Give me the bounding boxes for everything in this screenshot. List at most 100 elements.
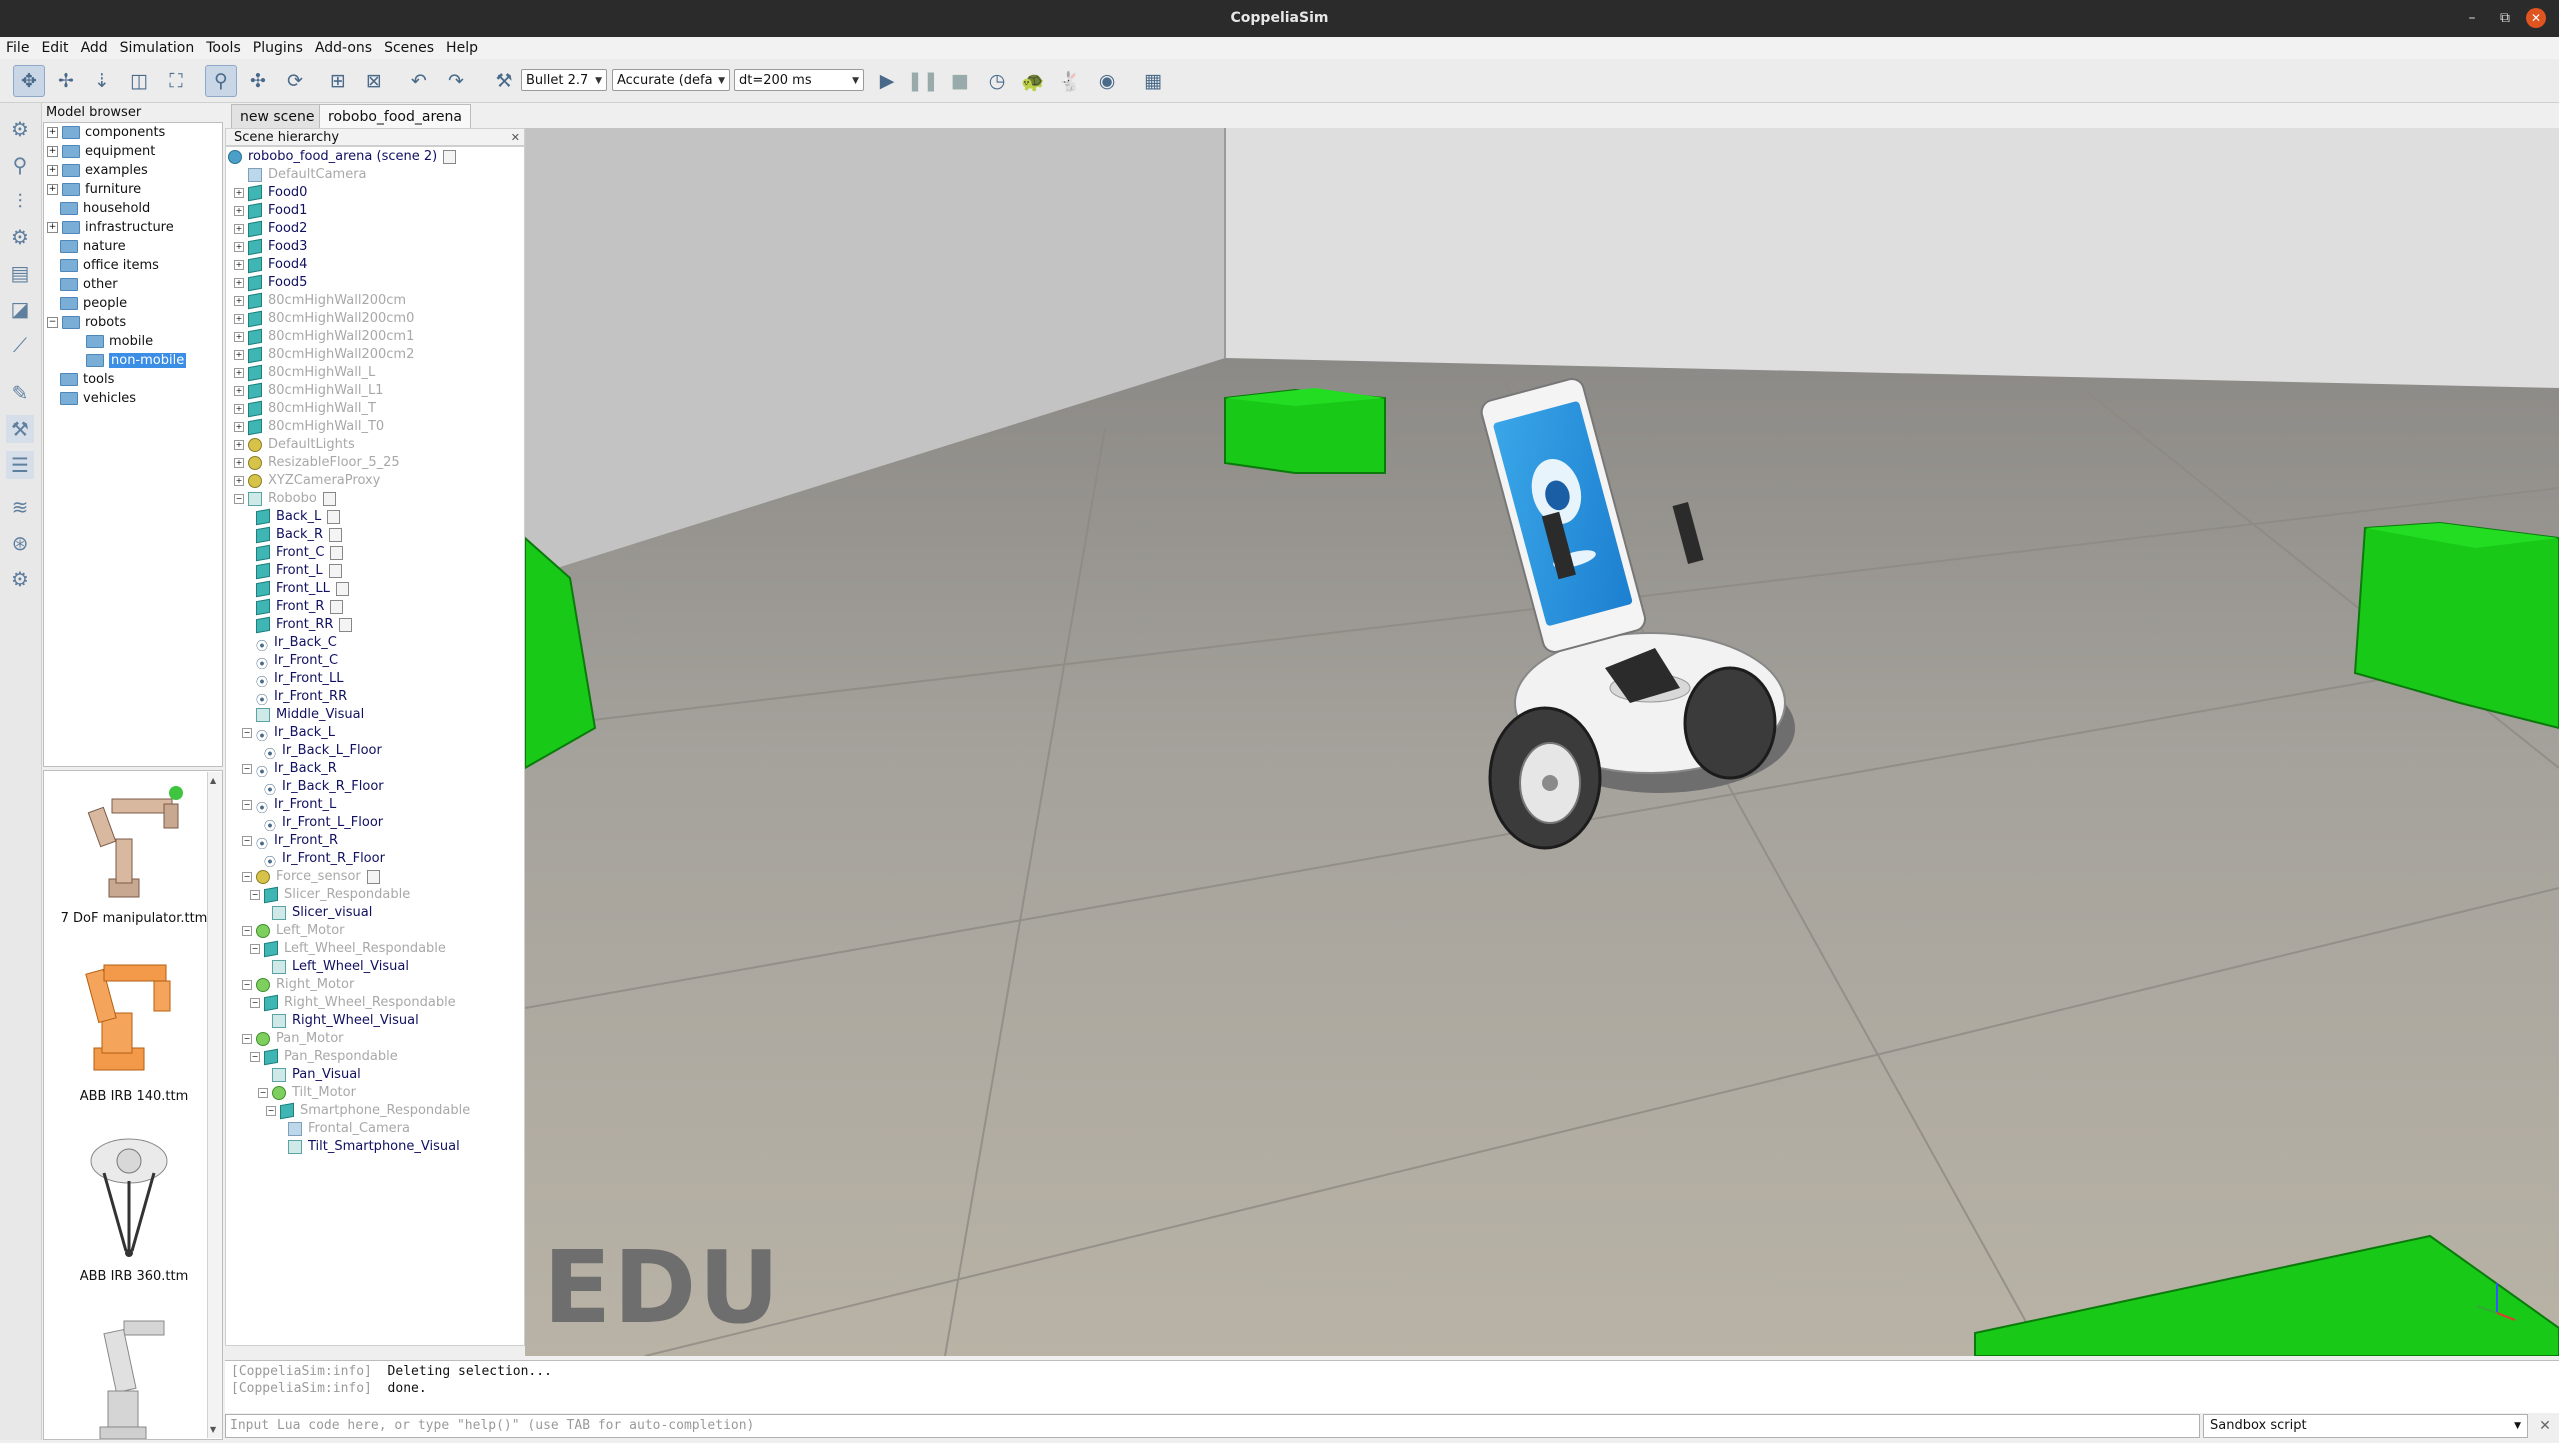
expand-toggle[interactable]: + [234, 277, 244, 288]
hierarchy-item[interactable]: ⦿ Ir_Front_R_Floor [250, 850, 385, 869]
expand-toggle[interactable]: − [242, 799, 252, 810]
menu-scenes[interactable]: Scenes [378, 37, 440, 59]
tab-robobo-food-arena[interactable]: robobo_food_arena [319, 104, 471, 129]
menu-plugins[interactable]: Plugins [247, 37, 309, 59]
hierarchy-item[interactable]: ⦿ Ir_Front_C [242, 652, 338, 671]
menu-file[interactable]: File [0, 37, 35, 59]
hierarchy-item[interactable]: ⦿ Ir_Back_L_Floor [250, 742, 382, 761]
model-folder[interactable]: + equipment [47, 142, 155, 161]
shape-edit-icon[interactable]: ▤ [6, 259, 34, 287]
hierarchy-item[interactable]: Front_LL [242, 580, 349, 598]
expand-toggle[interactable]: + [47, 127, 58, 138]
expand-toggle[interactable]: − [266, 1105, 276, 1116]
hierarchy-item[interactable]: − Right_Motor [242, 976, 354, 994]
expand-toggle[interactable]: + [47, 165, 58, 176]
expand-toggle[interactable]: − [242, 925, 252, 936]
hierarchy-item[interactable]: + DefaultLights [234, 436, 355, 454]
hierarchy-item[interactable]: Slicer_visual [258, 904, 372, 922]
hierarchy-item[interactable]: +80cmHighWall200cm1 [234, 328, 414, 346]
hierarchy-item[interactable]: robobo_food_arena (scene 2) [228, 148, 457, 166]
hierarchy-item[interactable]: + Food4 [234, 256, 307, 274]
model-folder[interactable]: other [60, 275, 118, 294]
hierarchy-item[interactable]: Middle_Visual [242, 706, 364, 724]
expand-toggle[interactable]: + [234, 403, 244, 414]
assemble-icon[interactable]: ⊞ [322, 65, 354, 97]
model-folder[interactable]: + furniture [47, 180, 141, 199]
hierarchy-item[interactable]: Tilt_Smartphone_Visual [274, 1138, 460, 1156]
menu-addons[interactable]: Add-ons [309, 37, 378, 59]
model-thumbnail[interactable] [64, 1133, 194, 1263]
hierarchy-item[interactable]: + Food5 [234, 274, 307, 292]
hierarchy-item[interactable]: Pan_Visual [258, 1066, 361, 1084]
close-window-button[interactable]: ✕ [2526, 8, 2546, 28]
expand-toggle[interactable]: − [242, 979, 252, 990]
hierarchy-item[interactable]: − Left_Motor [242, 922, 345, 940]
script-icon[interactable] [366, 869, 380, 884]
hierarchy-item[interactable]: − Pan_Respondable [250, 1048, 398, 1066]
hierarchy-item[interactable]: − ⦿ Ir_Front_L [242, 796, 336, 815]
hierarchy-item[interactable]: + Food0 [234, 184, 307, 202]
scroll-up-icon[interactable]: ▲ [210, 776, 216, 785]
restore-button[interactable]: ⧉ [2495, 8, 2515, 28]
model-folder[interactable]: mobile [86, 332, 153, 351]
hierarchy-item[interactable]: +80cmHighWall200cm0 [234, 310, 414, 328]
model-folder[interactable]: household [60, 199, 150, 218]
model-folder[interactable]: + examples [47, 161, 148, 180]
expand-toggle[interactable]: + [234, 475, 244, 486]
script-icon[interactable] [443, 149, 457, 164]
hierarchy-item[interactable]: DefaultCamera [234, 166, 367, 184]
model-folder[interactable]: − robots [47, 313, 126, 332]
expand-toggle[interactable]: + [47, 146, 58, 157]
model-folder[interactable]: + infrastructure [47, 218, 174, 237]
user-settings-icon[interactable]: ⚙ [6, 565, 34, 593]
expand-toggle[interactable]: + [234, 223, 244, 234]
object-shift-icon[interactable]: ✣ [242, 65, 274, 97]
model-folder-selected[interactable]: non-mobile [86, 351, 187, 370]
path-edit-icon[interactable]: ◪ [6, 295, 34, 323]
expand-toggle[interactable]: − [250, 1051, 260, 1062]
hierarchy-item[interactable]: − Right_Wheel_Respondable [250, 994, 456, 1012]
close-hierarchy-icon[interactable]: ✕ [511, 129, 520, 147]
script-icon[interactable] [329, 527, 343, 542]
simulation-settings-icon[interactable]: ⚙ [6, 115, 34, 143]
hierarchy-item[interactable]: Right_Wheel_Visual [258, 1012, 419, 1030]
hierarchy-item[interactable]: ⦿ Ir_Back_R_Floor [250, 778, 384, 797]
expand-toggle[interactable]: + [234, 385, 244, 396]
expand-toggle[interactable]: + [234, 421, 244, 432]
hierarchy-item[interactable]: − Force_sensor [242, 868, 380, 886]
hierarchy-item[interactable]: − ⦿ Ir_Back_R [242, 760, 337, 779]
model-thumbnail[interactable] [64, 1311, 194, 1440]
expand-toggle[interactable]: − [242, 871, 252, 882]
expand-toggle[interactable]: + [47, 184, 58, 195]
menu-tools[interactable]: Tools [200, 37, 247, 59]
menu-edit[interactable]: Edit [35, 37, 74, 59]
timestep-select[interactable]: dt=200 ms ▼ [734, 69, 864, 91]
faster-icon[interactable]: 🐇 [1054, 65, 1086, 97]
search-icon[interactable]: ⚲ [6, 151, 34, 179]
hierarchy-item[interactable]: − Robobo [234, 490, 336, 508]
hierarchy-item[interactable]: ⦿ Ir_Front_RR [242, 688, 347, 707]
expand-toggle[interactable]: + [234, 313, 244, 324]
object-rotate-icon[interactable]: ⟳ [279, 65, 311, 97]
expand-toggle[interactable]: + [234, 331, 244, 342]
hierarchy-item[interactable]: ⦿ Ir_Front_LL [242, 670, 344, 689]
model-folder[interactable]: nature [60, 237, 126, 256]
accuracy-select[interactable]: Accurate (defa ▼ [612, 69, 730, 91]
page-selector-icon[interactable]: ▦ [1137, 65, 1169, 97]
script-icon[interactable] [328, 563, 342, 578]
expand-toggle[interactable]: + [234, 295, 244, 306]
play-icon[interactable]: ▶ [871, 65, 903, 97]
scripts-icon[interactable]: ✎ [6, 379, 34, 407]
hierarchy-item[interactable]: Front_R [242, 598, 344, 616]
collapse-toggle[interactable]: − [47, 317, 58, 328]
hierarchy-item[interactable]: +80cmHighWall_L1 [234, 382, 383, 400]
hierarchy-item[interactable]: +80cmHighWall200cm [234, 292, 406, 310]
hierarchy-item[interactable]: − ⦿ Ir_Back_L [242, 724, 335, 743]
hierarchy-item[interactable]: + XYZCameraProxy [234, 472, 380, 490]
visualization-icon[interactable]: ◉ [1091, 65, 1123, 97]
pause-icon[interactable]: ❚❚ [907, 65, 939, 97]
hierarchy-item[interactable]: + Food2 [234, 220, 307, 238]
model-thumbnail[interactable] [64, 953, 194, 1083]
expand-toggle[interactable]: + [234, 439, 244, 450]
hierarchy-item[interactable]: − ⦿ Ir_Front_R [242, 832, 338, 851]
